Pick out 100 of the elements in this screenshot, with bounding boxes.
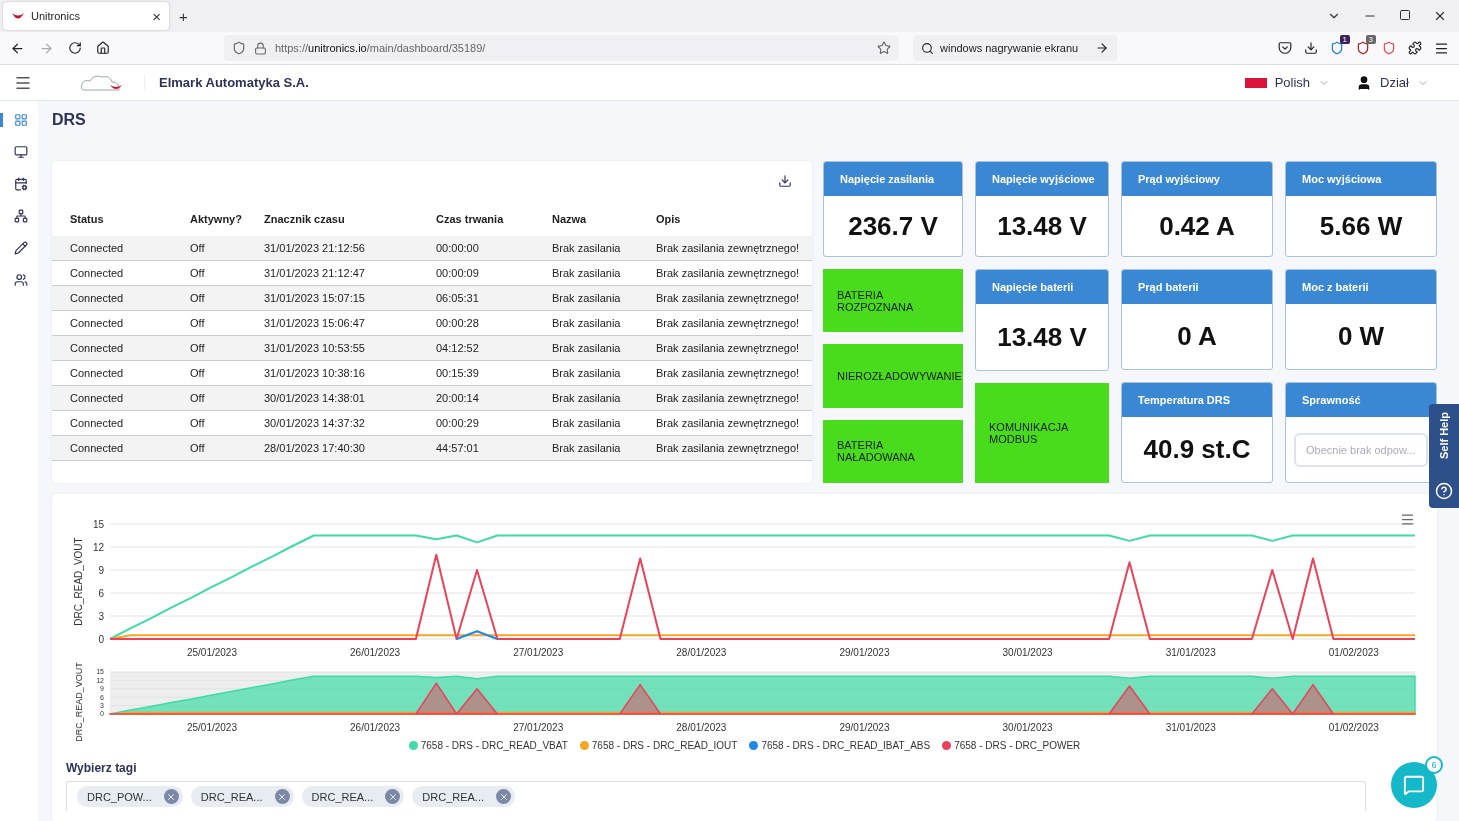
maximize-icon[interactable] — [1399, 9, 1411, 21]
metric-value: 5.66 W — [1318, 209, 1404, 243]
address-bar[interactable]: https://unitronics.io/main/dashboard/35189/ — [224, 35, 899, 61]
table-cell-text: 31/01/2023 15:07:15 — [263, 292, 366, 304]
table-cell-text: Brak zasilania — [551, 417, 622, 429]
self-help-tab[interactable]: Self Help — [1429, 404, 1459, 508]
search-field[interactable]: windows nagrywanie ekranu — [913, 35, 1117, 61]
table-cell-text: Brak zasilania zewnętrznego! — [655, 242, 801, 254]
table-cell-text: Brak zasilania — [551, 442, 622, 454]
tag-chip[interactable]: DRC_REA... — [190, 786, 294, 807]
remove-icon[interactable] — [274, 789, 290, 804]
table-cell-text: 20:00:14 — [435, 392, 480, 404]
logo-icon — [80, 72, 124, 93]
puzzle-icon[interactable] — [1408, 41, 1422, 55]
status-indicator: BATERIA NAŁADOWANA — [823, 419, 963, 483]
table-cell-text: Off — [189, 242, 206, 254]
remove-icon[interactable] — [496, 789, 512, 804]
count-badge: 3 — [1365, 35, 1376, 44]
page-title: DRS — [52, 111, 87, 130]
legend-item[interactable]: 7658 - DRS - DRC_POWER — [942, 740, 1081, 751]
extension-icon[interactable] — [1356, 41, 1370, 55]
axis-tick-label: 27/01/2023 — [513, 647, 564, 658]
table-cell-text: 00:00:09 — [435, 267, 480, 279]
axis-tick-label: 01/02/2023 — [1328, 647, 1379, 658]
card-title: Moc wyjściowa — [1286, 162, 1436, 196]
legend-item[interactable]: 7658 - DRS - DRC_READ_IBAT_ABS — [749, 740, 931, 751]
axis-tick-label: 6 — [98, 587, 104, 599]
menu-icon[interactable] — [1434, 40, 1449, 56]
remove-icon[interactable] — [385, 789, 401, 804]
table-cell-text: 00:00:29 — [435, 417, 480, 429]
table-cell-text: Brak zasilania zewnętrznego! — [655, 417, 801, 429]
axis-tick-label: 30/01/2023 — [1002, 647, 1053, 658]
reload-icon[interactable] — [68, 41, 82, 55]
table-cell-text: 31/01/2023 15:06:47 — [263, 317, 366, 329]
card-title: Prąd baterii — [1122, 270, 1272, 304]
tag-chip[interactable]: DRC_REA... — [412, 786, 516, 807]
close-icon[interactable] — [1433, 9, 1447, 23]
download-icon[interactable] — [778, 174, 792, 188]
table-cell-text: 04:12:52 — [435, 342, 480, 354]
axis-tick-label: 3 — [98, 610, 104, 622]
search-icon — [921, 41, 934, 55]
count-badge: 6 — [1425, 756, 1443, 774]
table-cell-text: Brak zasilania zewnętrznego! — [655, 267, 801, 279]
download-icon[interactable] — [1304, 41, 1318, 55]
table-cell-text: 06:05:31 — [435, 292, 480, 304]
chat-icon — [1403, 774, 1425, 796]
table-cell-text: Connected — [69, 317, 125, 329]
tag-select[interactable]: DRC_POW... DRC_REA... DRC_REA... DRC_REA... — [66, 781, 1366, 811]
axis-tick-label: 9 — [98, 564, 104, 576]
language-select[interactable]: Polish — [1274, 75, 1311, 90]
back-icon[interactable] — [10, 40, 25, 56]
metric-value: 0 A — [1176, 320, 1218, 353]
axis-tick-label: 28/01/2023 — [676, 647, 727, 658]
remove-icon[interactable] — [163, 789, 179, 804]
card-title: Temperatura DRS — [1122, 383, 1272, 417]
table-cell-text: Off — [189, 292, 206, 304]
legend-item[interactable]: 7658 - DRS - DRC_READ_IOUT — [579, 740, 738, 751]
metric-value: 13.48 V — [996, 320, 1088, 354]
home-icon[interactable] — [96, 41, 110, 55]
tag-chip[interactable]: DRC_REA... — [301, 786, 405, 807]
legend-item[interactable]: 7658 - DRS - DRC_READ_VBAT — [408, 740, 568, 751]
axis-title: DRC_READ_VOUT — [74, 662, 84, 742]
axis-tick-label: 15 — [92, 518, 104, 530]
tag-chip[interactable]: DRC_POW... — [77, 786, 183, 807]
axis-tick-label: 01/02/2023 — [1328, 722, 1379, 733]
hierarchy-icon — [13, 209, 28, 223]
table-cell-text: Off — [189, 367, 206, 379]
table-cell-text: Connected — [69, 267, 125, 279]
close-button[interactable]: × — [152, 7, 161, 25]
table-cell-text: 00:15:39 — [435, 367, 480, 379]
grid-icon — [13, 113, 28, 127]
table-cell-text: 31/01/2023 21:12:56 — [263, 242, 366, 254]
pocket-icon[interactable] — [1278, 41, 1292, 55]
status-indicator: NIEROZŁADOWYWANIE — [823, 344, 963, 408]
axis-tick-label: 26/01/2023 — [350, 647, 401, 658]
axis-tick-label: 31/01/2023 — [1165, 722, 1216, 733]
axis-tick-label: 0 — [98, 633, 104, 645]
table-cell-text: Off — [189, 442, 206, 454]
axis-title: DRC_READ_VOUT — [73, 537, 84, 626]
card-title: Napięcie baterii — [976, 270, 1108, 304]
shield-icon[interactable] — [1382, 41, 1396, 55]
extension-icon[interactable] — [1330, 41, 1344, 55]
new-tab-button[interactable]: + — [179, 7, 188, 25]
browser-tab[interactable]: Unitronics × — [3, 2, 169, 30]
table-cell-text: Brak zasilania — [551, 292, 622, 304]
axis-tick-label: 28/01/2023 — [676, 722, 727, 733]
table-cell-text: Off — [189, 317, 206, 329]
table-cell-text: 00:00:28 — [435, 317, 480, 329]
table-cell-text: Connected — [69, 442, 125, 454]
table-cell-text: Brak zasilania zewnętrznego! — [655, 342, 801, 354]
table-cell-text: Connected — [69, 342, 125, 354]
table-cell-text: Off — [189, 342, 206, 354]
star-icon[interactable] — [877, 41, 891, 55]
table-cell-text: Connected — [69, 417, 125, 429]
table-cell-text: Off — [189, 417, 206, 429]
table-cell-text: Connected — [69, 367, 125, 379]
user-menu[interactable]: Dział — [1380, 75, 1409, 90]
card-title: Moc z baterii — [1286, 270, 1436, 304]
axis-tick-label: 12 — [92, 541, 104, 553]
input-field[interactable]: Obecnie brak odpow... — [1294, 432, 1428, 467]
